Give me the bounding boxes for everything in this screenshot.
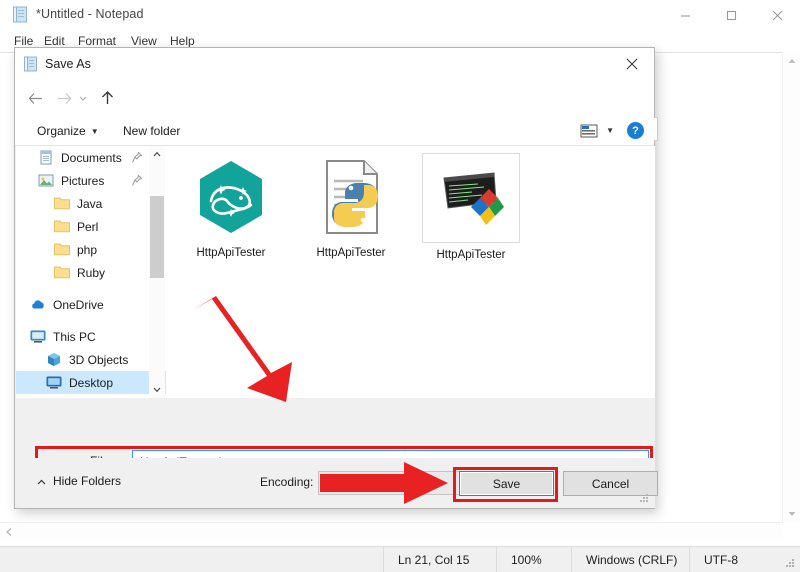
chevron-down-icon[interactable]: ▼ (606, 126, 614, 135)
notepad-icon (23, 56, 38, 72)
view-layout-icon[interactable] (580, 123, 598, 139)
screen: *Untitled - Notepad File Edit Format Vie… (0, 0, 800, 572)
file-label: HttpApiTester (196, 247, 266, 259)
folder-icon (54, 265, 70, 280)
dialog-close-button[interactable] (610, 48, 654, 79)
scroll-left-icon[interactable] (0, 523, 17, 540)
sidebar-item-label: php (77, 242, 98, 257)
3d-objects-icon (46, 352, 62, 367)
minimize-button[interactable] (662, 0, 708, 30)
sidebar-item-label: OneDrive (53, 297, 104, 312)
sidebar-item-label: Ruby (77, 265, 106, 280)
dialog-content: Documents Pictures Java Perl php Ruby On… (16, 146, 655, 398)
chevron-down-icon[interactable] (149, 382, 165, 398)
sidebar-item-label: Documents (61, 150, 122, 165)
maximize-button[interactable] (708, 0, 754, 30)
sidebar-item-pictures[interactable]: Pictures (16, 169, 166, 192)
chevron-up-icon[interactable] (149, 146, 165, 162)
red-arrow-diagonal-icon (183, 296, 305, 402)
encoding-label: Encoding: (260, 475, 314, 489)
sidebar-item-onedrive[interactable]: OneDrive (16, 293, 166, 316)
pin-icon[interactable] (132, 151, 143, 163)
status-line-ending: Windows (CRLF) (571, 547, 689, 572)
resize-grip-icon (784, 557, 796, 569)
scroll-up-icon[interactable] (783, 52, 800, 69)
folder-icon (54, 196, 70, 211)
up-button[interactable] (95, 86, 119, 110)
window-controls (662, 0, 800, 30)
help-button[interactable]: ? (627, 122, 644, 139)
hide-folders-label: Hide Folders (53, 474, 122, 488)
console-app-icon (422, 153, 520, 243)
status-zoom: 100% (496, 547, 571, 572)
sidebar-item-ruby[interactable]: Ruby (16, 261, 166, 284)
sidebar-item-3d-objects[interactable]: 3D Objects (16, 348, 166, 371)
status-encoding: UTF-8 (689, 547, 779, 572)
notepad-icon (12, 6, 28, 23)
notepad-title-bar: *Untitled - Notepad (0, 0, 800, 30)
highlight-box-save (453, 467, 558, 502)
file-item-ruby[interactable]: HttpApiTester (179, 153, 283, 259)
sidebar-item-documents[interactable]: Documents (16, 146, 166, 169)
back-button[interactable] (23, 86, 47, 110)
resize-grip-icon[interactable] (639, 493, 650, 504)
pictures-icon (38, 173, 54, 188)
forward-button (52, 86, 76, 110)
notepad-status-bar: Ln 21, Col 15 100% Windows (CRLF) UTF-8 (0, 546, 800, 572)
dialog-toolbar: Organize ▼ New folder ▼ ? (15, 115, 654, 146)
sidebar-item-label: 3D Objects (69, 352, 129, 367)
python-file-icon (303, 153, 399, 241)
notepad-horizontal-scrollbar[interactable] (0, 522, 783, 540)
desktop-icon (46, 375, 62, 390)
sidebar-item-php[interactable]: php (16, 238, 166, 261)
save-as-dialog: Save As Organize ▼ New folder ▼ ? Docume… (14, 47, 658, 509)
chevron-down-icon: ▼ (90, 126, 99, 136)
sidebar-item-perl[interactable]: Perl (16, 215, 166, 238)
sidebar-item-java[interactable]: Java (16, 192, 166, 215)
sidebar-item-label: Pictures (61, 173, 105, 188)
dialog-title: Save As (45, 57, 91, 71)
status-cursor-position: Ln 21, Col 15 (383, 547, 496, 572)
this-pc-icon (30, 329, 46, 344)
close-button[interactable] (754, 0, 800, 30)
file-label: HttpApiTester (316, 247, 386, 259)
nav-pane-scrollbar[interactable] (149, 146, 165, 398)
nav-pane-scroll-thumb[interactable] (150, 196, 164, 278)
organize-label: Organize (37, 124, 86, 138)
file-item-console[interactable]: HttpApiTester (419, 153, 523, 261)
sidebar-item-label: Java (77, 196, 103, 211)
sidebar-item-label: Perl (77, 219, 99, 234)
sidebar-item-desktop[interactable]: Desktop (16, 371, 166, 394)
ruby-gem-icon (183, 153, 279, 241)
folder-icon (54, 219, 70, 234)
hide-folders-button[interactable]: Hide Folders (37, 474, 121, 488)
dialog-title-bar: Save As (15, 48, 654, 80)
recent-locations-button[interactable] (75, 86, 90, 110)
notepad-title: *Untitled - Notepad (36, 7, 144, 21)
navigation-pane: Documents Pictures Java Perl php Ruby On… (16, 146, 166, 398)
folder-icon (54, 242, 70, 257)
file-item-python[interactable]: HttpApiTester (299, 153, 403, 259)
sidebar-item-label: This PC (53, 329, 96, 344)
notepad-vertical-scrollbar[interactable] (782, 52, 800, 522)
scroll-down-icon[interactable] (783, 505, 800, 522)
organize-button[interactable]: Organize ▼ (33, 122, 103, 140)
onedrive-icon (30, 297, 46, 312)
sidebar-item-this-pc[interactable]: This PC (16, 325, 166, 348)
new-folder-button[interactable]: New folder (119, 122, 184, 140)
red-arrow-right-icon (320, 462, 450, 504)
chevron-up-icon (37, 474, 46, 488)
pin-icon[interactable] (132, 174, 143, 186)
sidebar-item-label: Desktop (69, 375, 114, 390)
dialog-navigation-bar: › This PC › Desktop › HttpTester (15, 80, 658, 141)
file-label: HttpApiTester (436, 249, 506, 261)
documents-icon (38, 150, 54, 165)
